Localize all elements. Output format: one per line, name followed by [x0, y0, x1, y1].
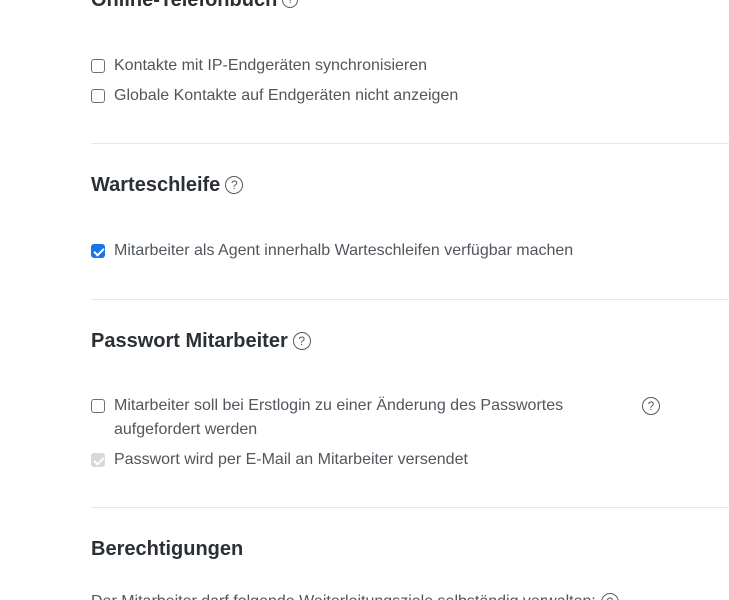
help-icon[interactable]: ?: [642, 397, 660, 415]
checkbox-hide-global-contacts[interactable]: [91, 89, 105, 103]
help-icon[interactable]: ?: [292, 332, 311, 350]
permissions-title: Berechtigungen: [91, 538, 244, 560]
queue-title: Warteschleife: [91, 174, 221, 196]
section-title-phonebook: Online-Telefonbuch ?: [91, 0, 729, 12]
option-label: Kontakte mit IP-Endgeräten synchronisier…: [114, 57, 428, 74]
section-title-password: Passwort Mitarbeiter ?: [91, 329, 729, 353]
checkbox-agent-queue[interactable]: [91, 244, 105, 258]
option-label: Mitarbeiter als Agent innerhalb Wartesch…: [114, 242, 574, 259]
permissions-description: Der Mitarbeiter darf folgende Weiterleit…: [91, 590, 729, 600]
option-agent-queue[interactable]: Mitarbeiter als Agent innerhalb Wartesch…: [91, 239, 729, 263]
option-email-password: Passwort wird per E-Mail an Mitarbeiter …: [91, 448, 729, 472]
settings-content: Online-Telefonbuch ? Kontakte mit IP-End…: [91, 0, 729, 600]
settings-page: Online-Telefonbuch ? Kontakte mit IP-End…: [0, 0, 729, 600]
option-label: Mitarbeiter soll bei Erstlogin zu einer …: [114, 397, 564, 438]
password-title: Passwort Mitarbeiter: [91, 330, 288, 352]
checkbox-sync-contacts[interactable]: [91, 59, 105, 73]
phonebook-title: Online-Telefonbuch: [91, 0, 278, 11]
option-hide-global-contacts[interactable]: Globale Kontakte auf Endgeräten nicht an…: [91, 84, 729, 108]
help-icon[interactable]: ?: [600, 593, 619, 600]
section-title-permissions: Berechtigungen: [91, 537, 729, 561]
section-title-queue: Warteschleife ?: [91, 173, 729, 197]
option-sync-contacts[interactable]: Kontakte mit IP-Endgeräten synchronisier…: [91, 54, 729, 78]
option-force-password-change[interactable]: Mitarbeiter soll bei Erstlogin zu einer …: [91, 394, 729, 442]
checkbox-force-password-change[interactable]: [91, 399, 105, 413]
option-label: Passwort wird per E-Mail an Mitarbeiter …: [114, 451, 468, 468]
help-icon[interactable]: ?: [225, 176, 244, 194]
help-icon[interactable]: ?: [282, 0, 299, 8]
checkbox-email-password: [91, 453, 105, 467]
option-label: Globale Kontakte auf Endgeräten nicht an…: [114, 87, 459, 104]
